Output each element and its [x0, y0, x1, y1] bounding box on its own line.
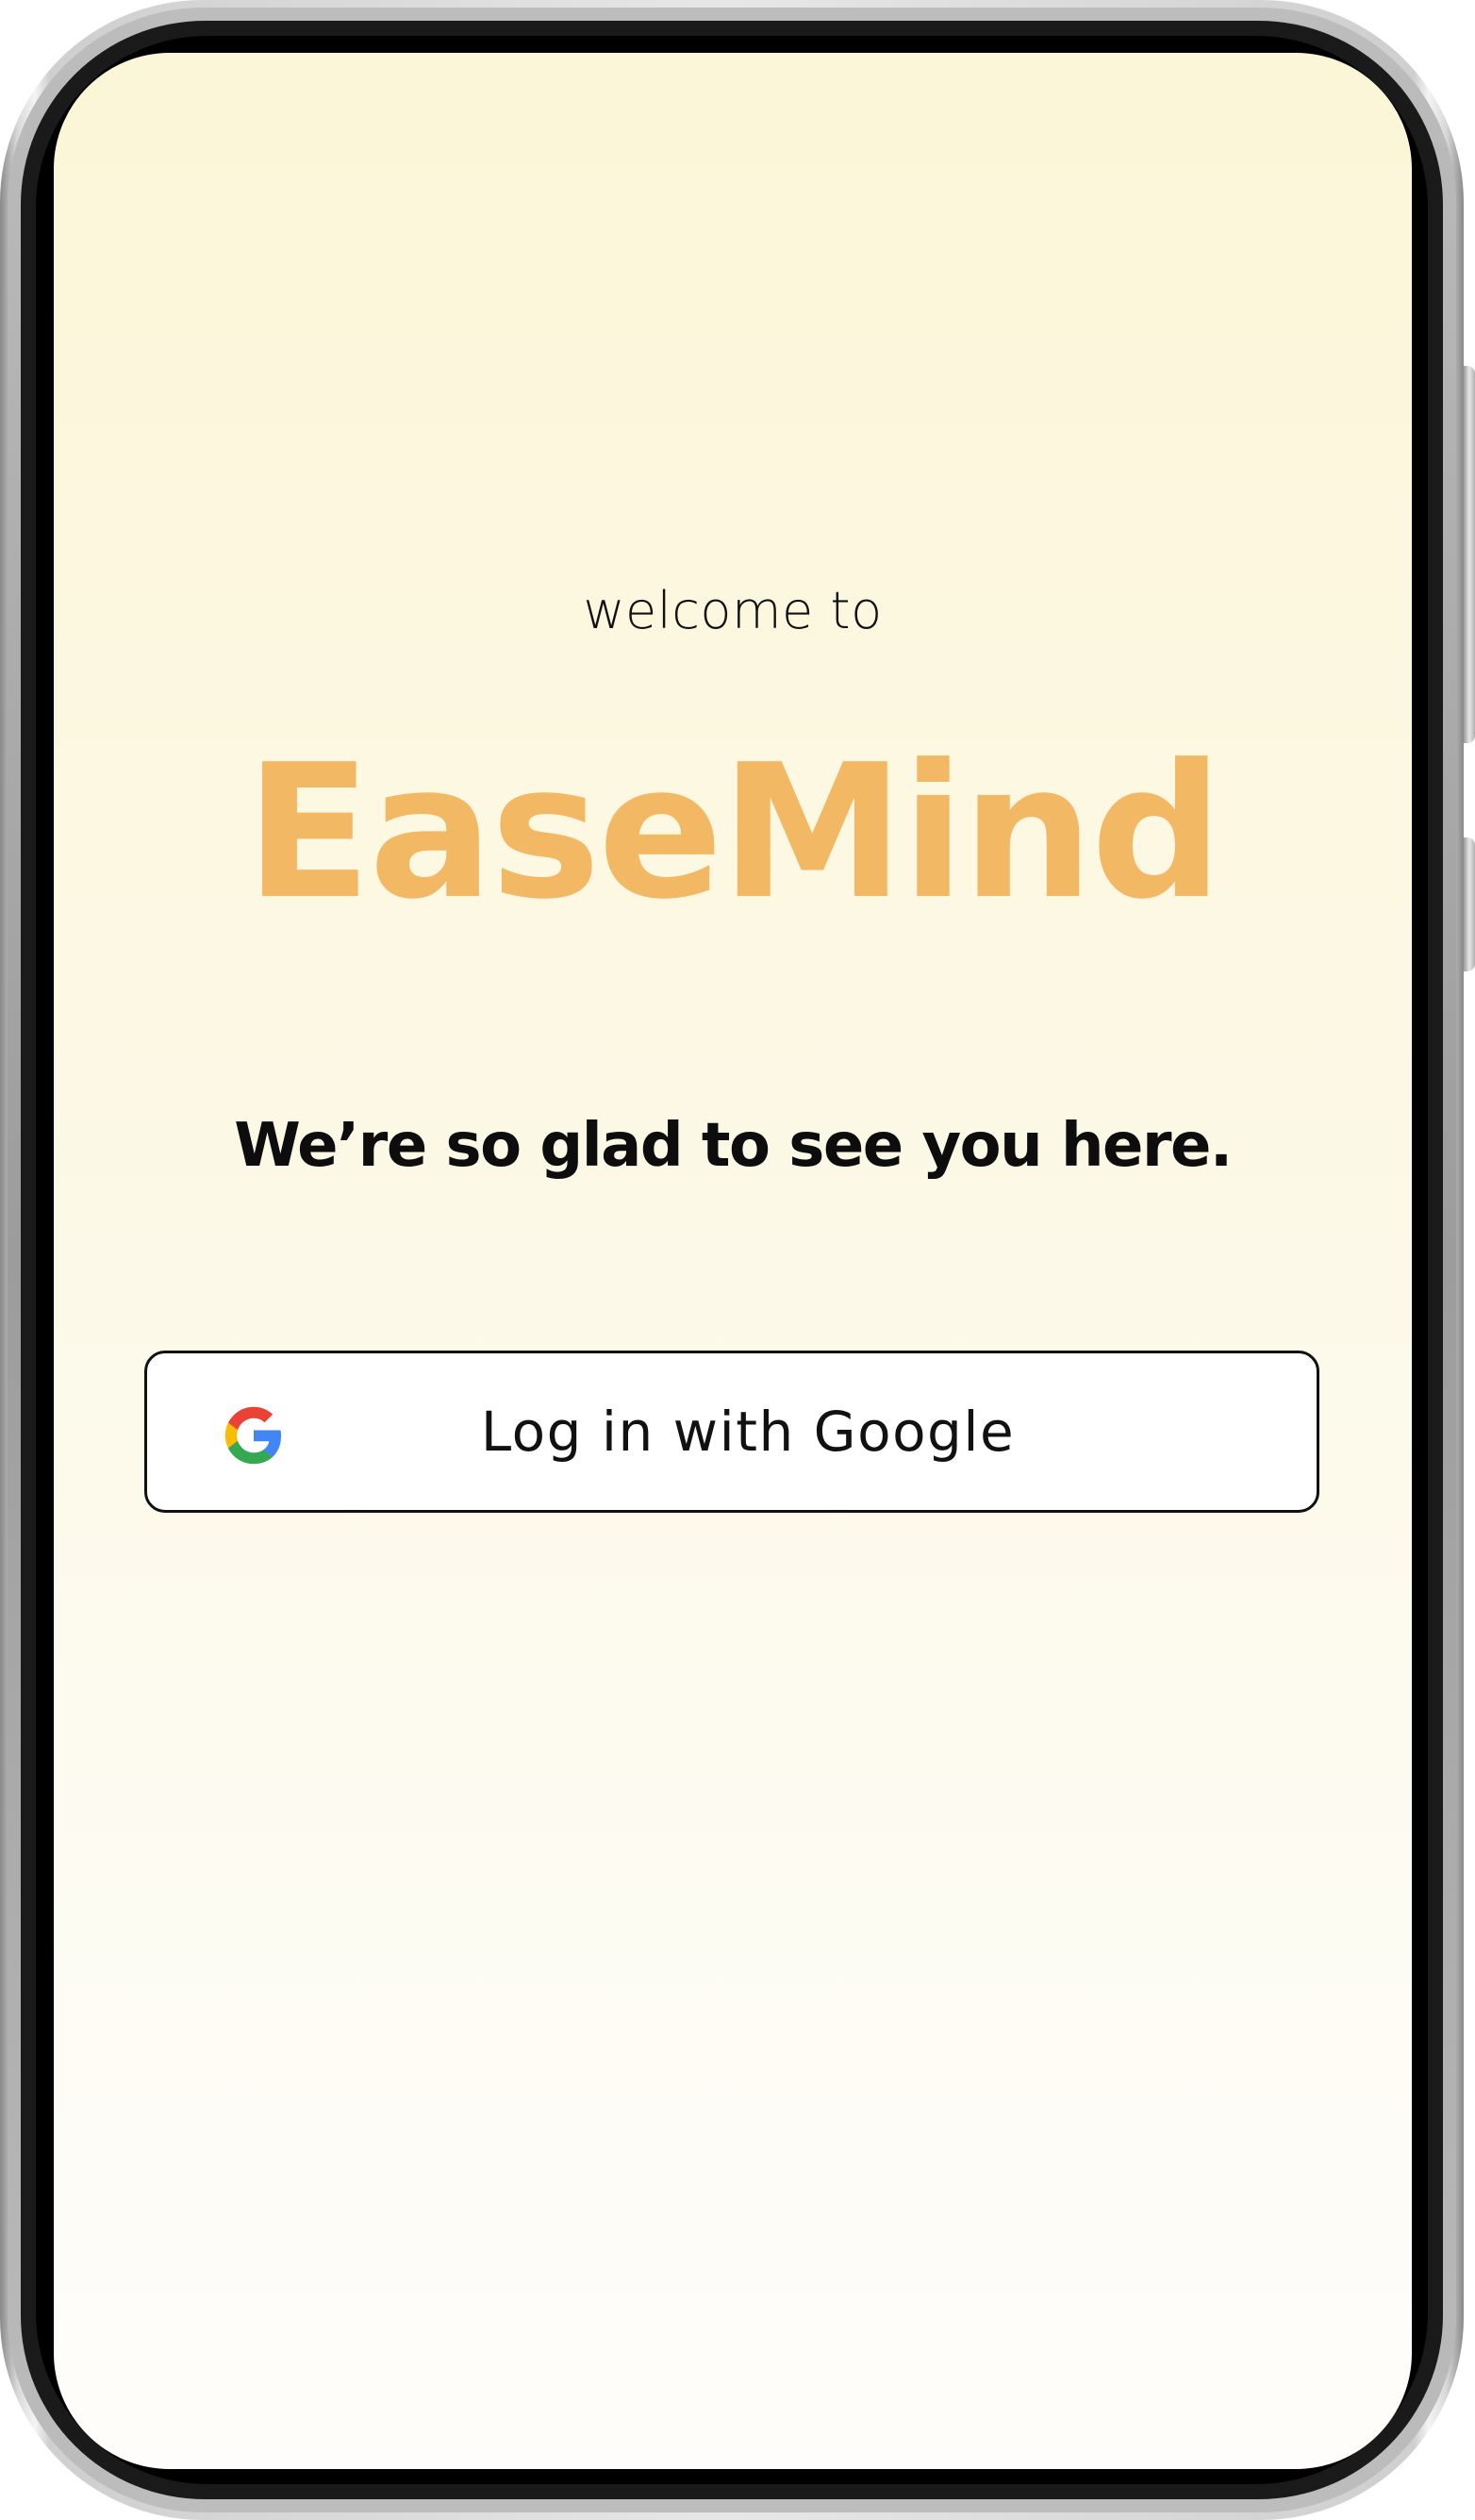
login-screen: welcome to EaseMind We’re so glad to see… [54, 53, 1412, 2469]
volume-button [1464, 366, 1475, 743]
power-button [1464, 837, 1475, 971]
app-name-title: EaseMind [245, 725, 1223, 940]
google-login-label: Log in with Google [480, 1400, 1016, 1464]
google-login-button[interactable]: Log in with Google [144, 1351, 1319, 1513]
welcome-text: welcome to [583, 581, 883, 640]
tagline: We’re so glad to see you here. [234, 1111, 1233, 1181]
